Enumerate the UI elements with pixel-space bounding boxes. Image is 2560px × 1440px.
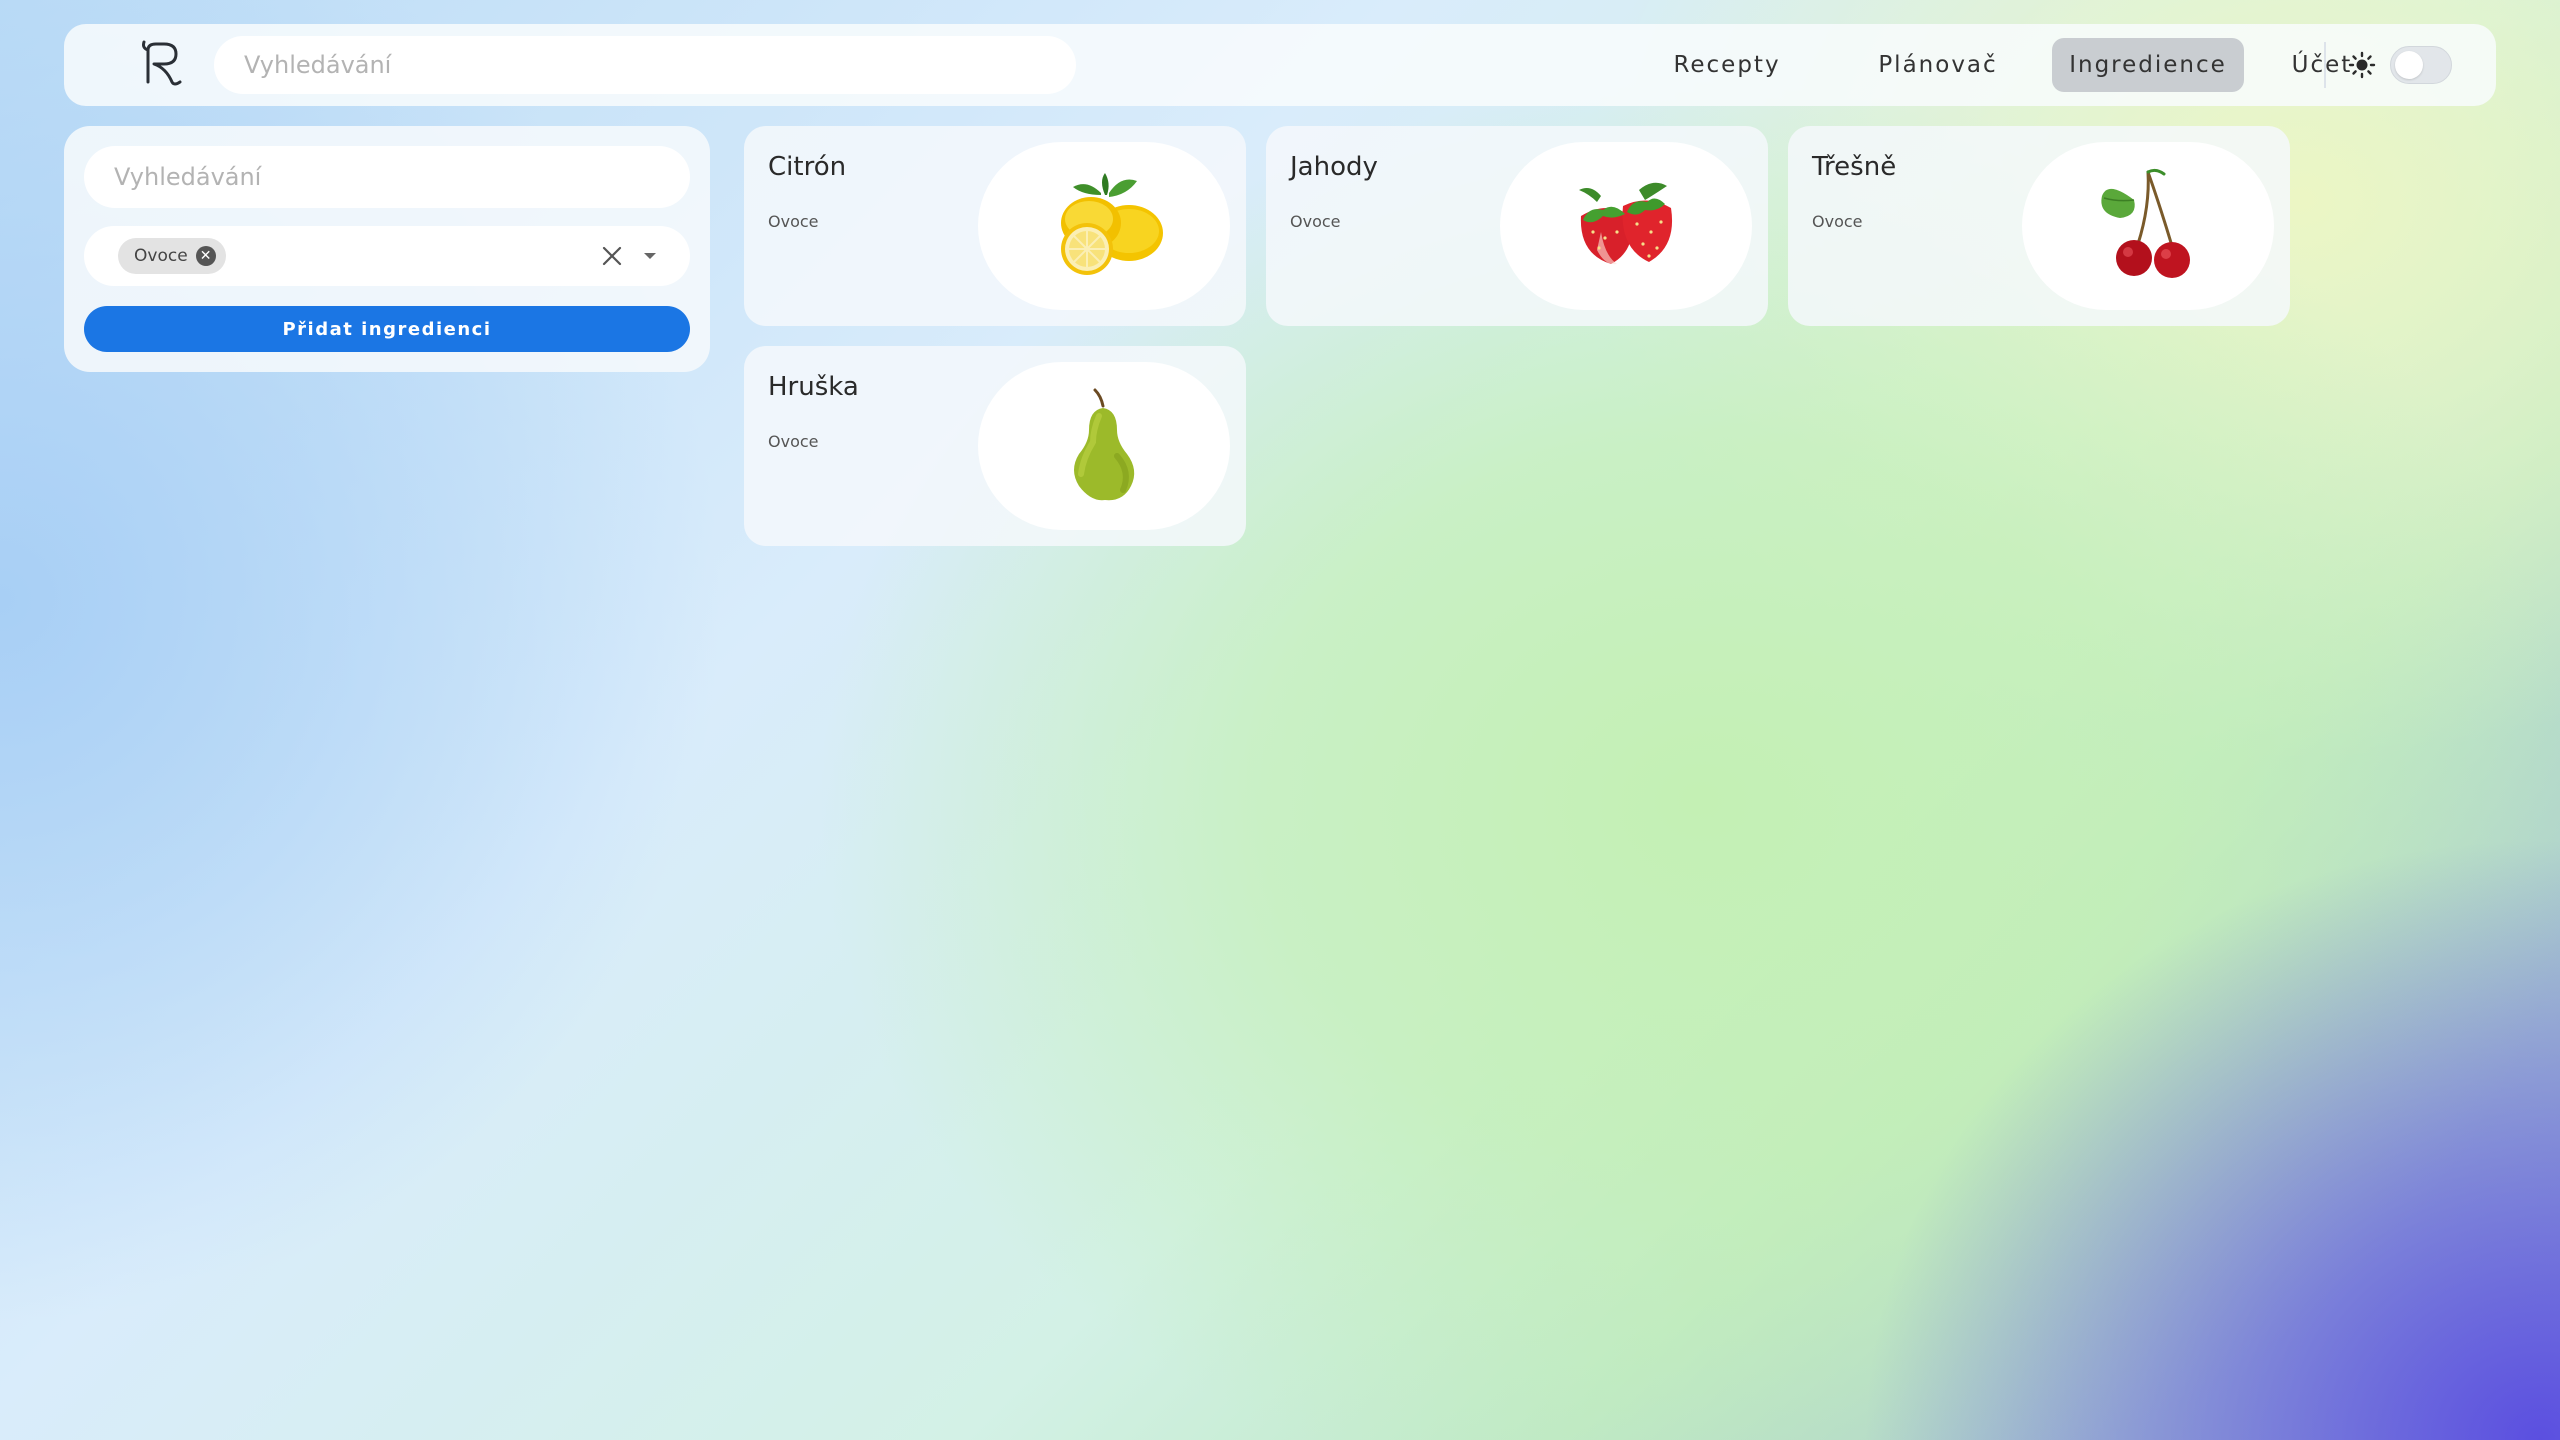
nav-divider: [2324, 42, 2326, 88]
nav-item-planovac[interactable]: Plánovač: [1840, 38, 2036, 92]
cherries-image: [2022, 142, 2274, 310]
theme-toggle[interactable]: [2390, 46, 2452, 84]
chip-remove-icon[interactable]: ✕: [195, 246, 216, 266]
nav-item-label: Plánovač: [1878, 52, 1998, 78]
main-nav: Recepty Plánovač Ingredience Účet: [1614, 38, 2400, 92]
app-logo[interactable]: [132, 34, 192, 94]
chevron-down-icon[interactable]: [634, 240, 666, 272]
strawberries-image: [1500, 142, 1752, 310]
top-bar: Recepty Plánovač Ingredience Účet: [64, 24, 2496, 106]
ingredient-name: Citrón: [768, 152, 847, 182]
filter-chip-label: Ovoce: [134, 246, 188, 266]
sun-icon: [2346, 49, 2378, 81]
nav-item-ingredience[interactable]: Ingredience: [2052, 38, 2244, 92]
ingredient-search-input[interactable]: [84, 146, 690, 208]
toggle-knob: [2395, 51, 2423, 79]
ingredient-category: Ovoce: [1812, 212, 1863, 231]
ingredient-category: Ovoce: [1290, 212, 1341, 231]
ingredient-name: Třešně: [1812, 152, 1897, 182]
pear-image: [978, 362, 1230, 530]
nav-item-recepty[interactable]: Recepty: [1614, 38, 1840, 92]
logo-r-icon: [142, 40, 182, 86]
ingredient-card[interactable]: Třešně Ovoce: [1788, 126, 2290, 326]
ingredient-card[interactable]: Hruška Ovoce: [744, 346, 1246, 546]
clear-filter-icon[interactable]: [596, 240, 628, 272]
ingredient-category: Ovoce: [768, 432, 819, 451]
top-search-input[interactable]: [214, 36, 1076, 94]
ingredient-name: Hruška: [768, 372, 859, 402]
add-ingredient-button[interactable]: Přidat ingredienci: [84, 306, 690, 352]
ingredient-card[interactable]: Jahody Ovoce: [1266, 126, 1768, 326]
category-filter-select[interactable]: Ovoce ✕: [84, 226, 690, 286]
lemon-image: [978, 142, 1230, 310]
ingredient-category: Ovoce: [768, 212, 819, 231]
nav-item-label: Ingredience: [2069, 52, 2227, 78]
ingredient-card[interactable]: Citrón Ovoce: [744, 126, 1246, 326]
nav-item-label: Účet: [2291, 52, 2353, 78]
nav-item-label: Recepty: [1673, 52, 1781, 78]
filter-chip: Ovoce ✕: [118, 238, 226, 274]
ingredient-name: Jahody: [1290, 152, 1378, 182]
filter-panel: Ovoce ✕ Přidat ingredienci: [64, 126, 710, 372]
